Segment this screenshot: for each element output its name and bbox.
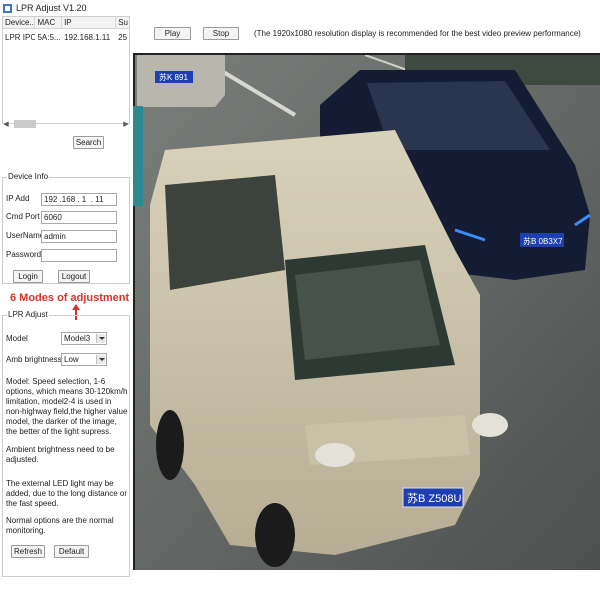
sedan-plate: 苏B 0B3X7	[523, 236, 563, 246]
device-list-header: Device... MAC IP Su	[3, 17, 129, 29]
column-header-mac[interactable]: MAC	[35, 17, 63, 28]
amb-brightness-value: Low	[64, 355, 79, 364]
cmd-port-field[interactable]: 6060	[41, 211, 117, 224]
scroll-right-icon[interactable]: ▶	[122, 120, 130, 128]
login-button[interactable]: Login	[13, 270, 43, 283]
default-button[interactable]: Default	[54, 545, 89, 558]
video-frame-image: 苏K 891 苏B 0B3X7 苏B Z508U	[135, 55, 600, 570]
led-info-text: The external LED light may be added, due…	[6, 479, 127, 508]
device-status-cell: 25	[118, 33, 128, 42]
amb-brightness-label: Amb brightness	[6, 355, 62, 364]
chevron-down-icon[interactable]	[96, 334, 105, 343]
model-label: Model	[6, 334, 28, 343]
horizontal-scrollbar[interactable]: ◀ ▶	[2, 119, 130, 129]
window-title: LPR Adjust V1.20	[16, 3, 87, 13]
model-select-value: Model3	[64, 334, 91, 343]
device-info-title: Device Info	[7, 172, 50, 181]
column-header-ip[interactable]: IP	[62, 17, 117, 28]
device-name-cell: LPR IPC	[5, 33, 36, 42]
scroll-thumb[interactable]	[14, 120, 36, 128]
video-preview[interactable]: 苏K 891 苏B 0B3X7 苏B Z508U	[133, 53, 600, 570]
resolution-note: (The 1920x1080 resolution display is rec…	[254, 29, 581, 38]
adjustment-annotation: 6 Modes of adjustment	[10, 292, 130, 304]
scroll-left-icon[interactable]: ◀	[2, 120, 10, 128]
cyan-strip	[133, 106, 143, 206]
refresh-button[interactable]: Refresh	[11, 545, 45, 558]
lpr-adjust-title: LPR Adjust	[7, 310, 49, 319]
app-icon	[2, 3, 13, 14]
username-label: UserName	[6, 231, 45, 240]
logout-button[interactable]: Logout	[58, 270, 90, 283]
title-bar: LPR Adjust V1.20	[0, 0, 600, 16]
ip-label: IP Add	[6, 194, 30, 203]
device-ip-cell: 192.168.1.11	[64, 33, 111, 42]
chevron-down-icon[interactable]	[96, 355, 105, 364]
column-header-status[interactable]: Su	[116, 17, 129, 28]
stop-button[interactable]: Stop	[203, 27, 239, 40]
ambient-info-text: Ambient brightness need to be adjusted.	[6, 445, 115, 464]
top-left-plate: 苏K 891	[159, 72, 188, 82]
column-header-device[interactable]: Device...	[3, 17, 36, 28]
password-label: Password	[6, 250, 42, 259]
password-field[interactable]	[41, 249, 117, 262]
van-plate: 苏B Z508U	[407, 492, 461, 505]
model-select[interactable]: Model3	[61, 332, 107, 345]
username-field[interactable]: admin	[41, 230, 117, 243]
top-left-car: 苏K 891	[137, 55, 225, 107]
table-row[interactable]: LPR IPC 5A:5... 192.168.1.11 25	[3, 32, 129, 44]
cmd-port-label: Cmd Port	[6, 212, 40, 221]
play-button[interactable]: Play	[154, 27, 191, 40]
normal-info-text: Normal options are the normal monitoring…	[6, 516, 114, 535]
search-button[interactable]: Search	[73, 136, 104, 149]
left-panel: Device... MAC IP Su LPR IPC 5A:5... 192.…	[0, 16, 133, 600]
device-mac-cell: 5A:5...	[37, 33, 61, 42]
ip-address-field[interactable]: 192 .168 . 1 . 11	[41, 193, 117, 206]
model-info-text: Model: Speed selection, 1-6 options, whi…	[6, 377, 128, 436]
device-info-group: Device Info IP Add 192 .168 . 1 . 11 Cmd…	[2, 172, 130, 284]
amb-brightness-select[interactable]: Low	[61, 353, 107, 366]
device-list[interactable]: Device... MAC IP Su LPR IPC 5A:5... 192.…	[2, 16, 130, 124]
